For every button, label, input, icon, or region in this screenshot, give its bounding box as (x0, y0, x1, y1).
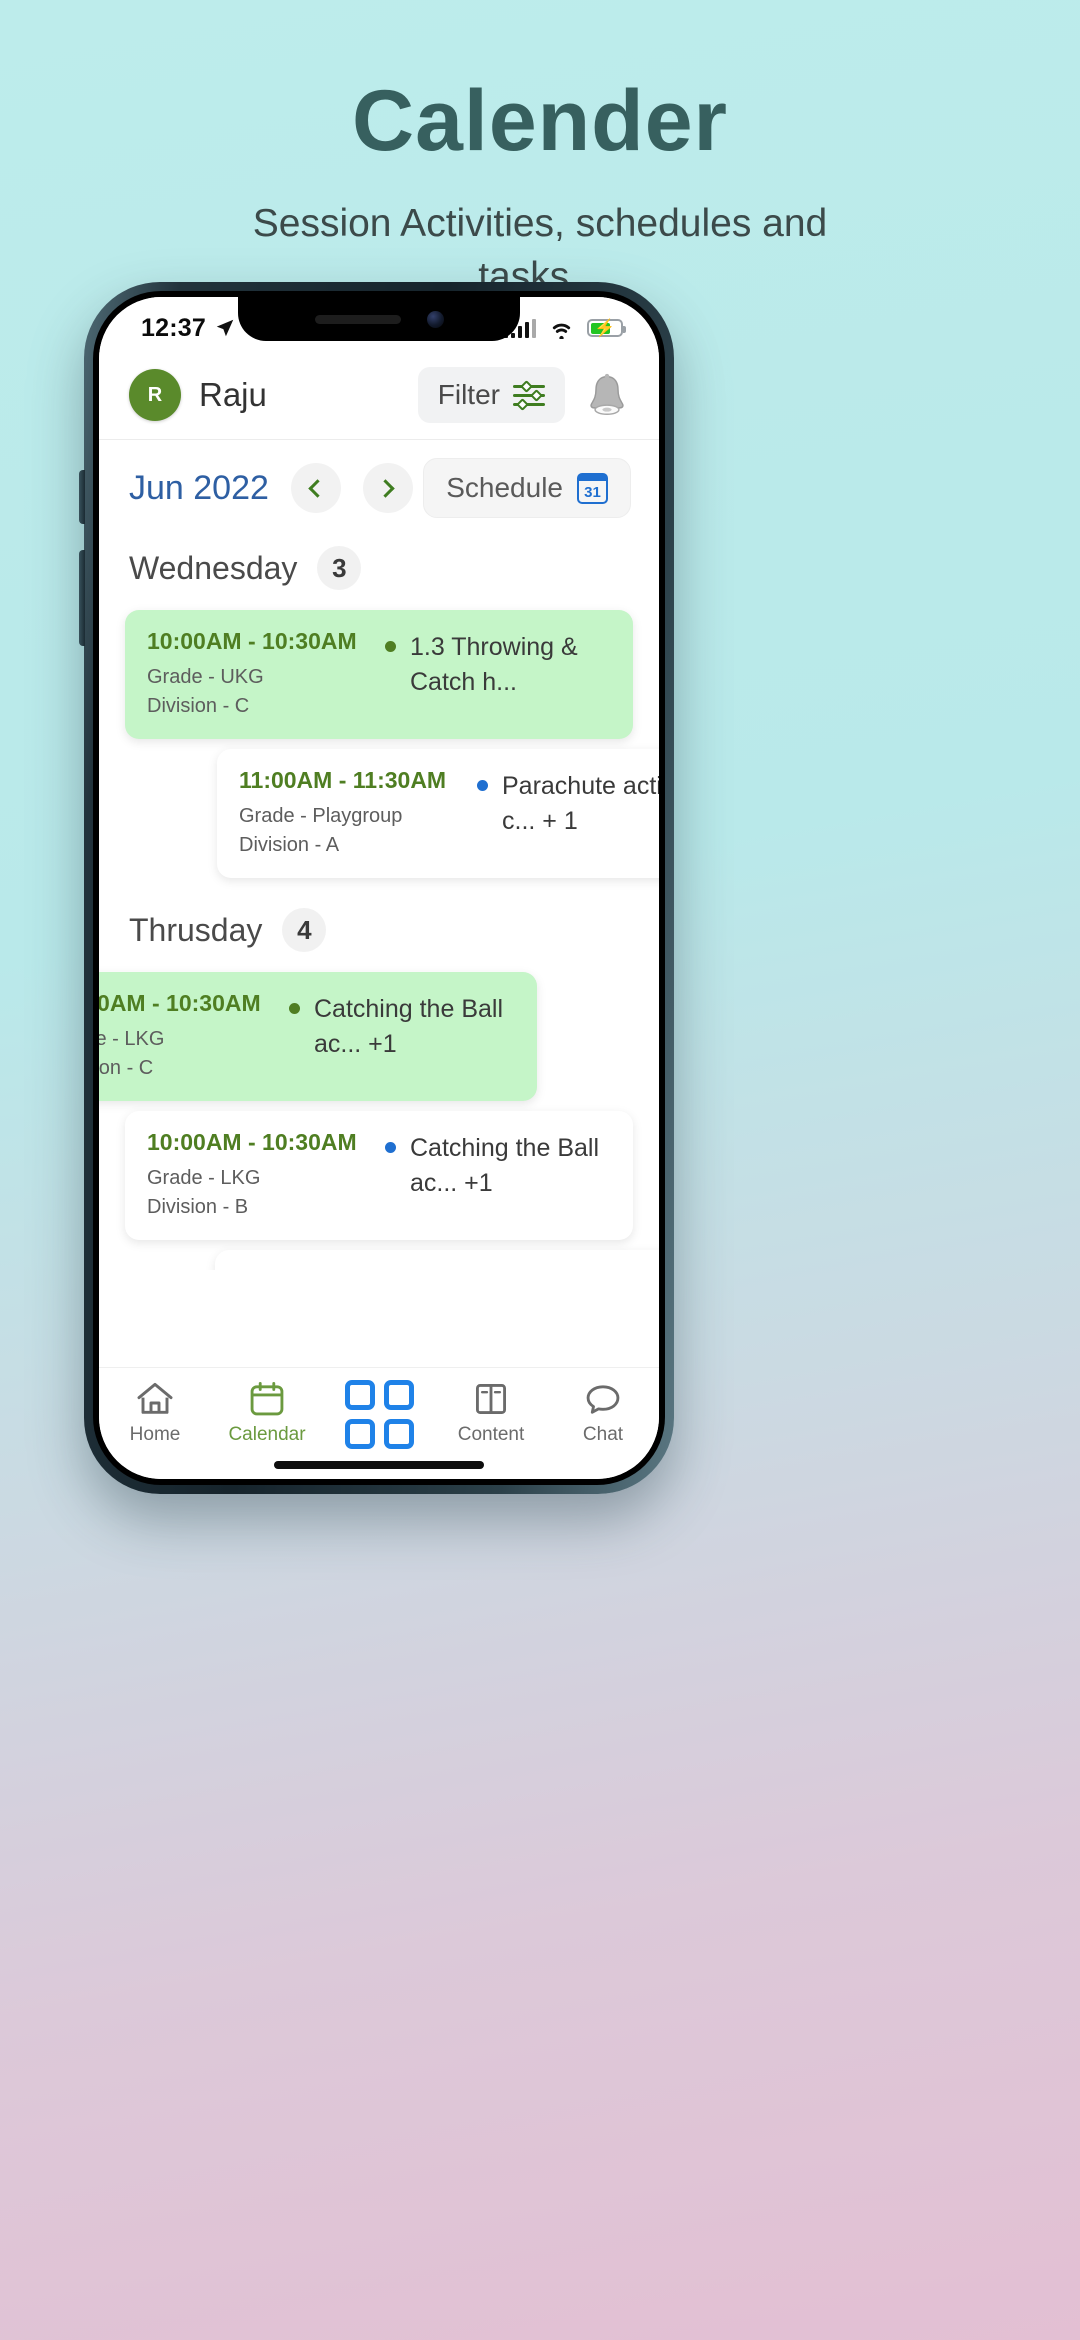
event-time: 10:00AM - 10:30AM (99, 990, 261, 1016)
event-grade: Grade - UKG (147, 666, 264, 688)
event-title: 1.3 Throwing & Catch h... (410, 633, 578, 696)
filter-label: Filter (437, 379, 500, 410)
page-title: Calender (351, 73, 729, 169)
events-group-wednesday: 10:00AM - 10:30AM Grade - UKG Division -… (99, 610, 659, 739)
tab-home[interactable]: Home (100, 1380, 210, 1446)
tab-label: Content (457, 1424, 525, 1445)
battery-charging-icon: ⚡ (587, 319, 626, 337)
status-bar-left: 12:37 (141, 314, 236, 343)
front-camera (426, 310, 444, 328)
event-card-left: 10:00AM - 10:30AM Grade - UKG Division -… (147, 628, 385, 721)
day-number-badge: 3 (317, 546, 362, 590)
schedule-label: Schedule (446, 472, 563, 503)
event-card-right: Parachute activity c... + 1 (477, 767, 659, 860)
tab-content[interactable]: Content (436, 1380, 546, 1446)
event-grade: Grade - LKG (99, 1028, 165, 1050)
calendar-icon (250, 1381, 284, 1416)
home-indicator (274, 1461, 484, 1469)
header-actions: Filter (417, 367, 629, 423)
event-time: 10:00AM - 10:30AM (147, 1129, 357, 1155)
event-division: Division - B (147, 1196, 249, 1218)
event-title: Catching the Ball ac... +1 (314, 995, 504, 1058)
events-group-thursday-1: 10:00AM - 10:30AM Grade - LKG Division -… (99, 972, 563, 1101)
chevron-right-icon (376, 478, 396, 498)
event-card-right: Catching the Ball ac... +1 (385, 1129, 611, 1222)
tab-label: Calendar (228, 1424, 306, 1445)
phone-bezel: 12:37 ⚡ R Raju Filter Jun 2022 Schedule … (93, 291, 665, 1485)
sliders-icon (513, 379, 545, 411)
wifi-icon (552, 323, 571, 339)
event-card[interactable]: 10:00AM - 10:30AM Grade - UKG Division -… (125, 610, 633, 739)
tab-apps[interactable] (324, 1380, 434, 1455)
event-card[interactable]: 11:00AM - 11:30AM Grade - Playgroup Divi… (217, 749, 659, 878)
status-time: 12:37 (141, 313, 206, 342)
calendar-31-icon: 31 (577, 472, 608, 504)
phone-frame: 12:37 ⚡ R Raju Filter Jun 2022 Schedule … (79, 282, 674, 1494)
day-name-label: Thrusday (129, 911, 263, 948)
event-bullet-dot (477, 780, 488, 791)
schedule-button[interactable]: Schedule 31 (423, 458, 631, 518)
username-label: Raju (199, 376, 267, 413)
notification-bell-icon[interactable] (585, 372, 629, 418)
event-card-right: Catching the Ball ac... +1 (289, 990, 515, 1083)
event-card-left: 10:00AM - 10:30AM Grade - LKG Division -… (147, 1129, 385, 1222)
event-card[interactable]: 10:00AM - 10:30AM Grade - LKG Division -… (125, 1111, 633, 1240)
tab-label: Home (129, 1424, 181, 1445)
tab-chat[interactable]: Chat (548, 1380, 658, 1446)
event-card[interactable]: 10:00AM - 10:30AM Grade - LKG Division -… (99, 972, 537, 1101)
event-bullet-dot (385, 641, 396, 652)
phone-notch (238, 297, 520, 341)
avatar[interactable]: R (129, 369, 181, 421)
event-card-left: 11:00AM - 11:30AM Grade - Playgroup Divi… (239, 767, 477, 860)
day-header: Thrusday 4 (99, 894, 659, 962)
tab-label: Chat (582, 1424, 624, 1445)
home-icon (137, 1382, 173, 1414)
location-arrow-icon (216, 319, 234, 337)
book-icon (476, 1384, 506, 1414)
events-scroll-list[interactable]: Wednesday 3 10:00AM - 10:30AM Grade - UK… (99, 532, 659, 1270)
event-division: Division - A (239, 834, 340, 856)
event-card-right: 1.3 Throwing & Catch h... (385, 628, 611, 721)
events-group-thursday-3: 10:00AM - 10:30AM Grade - LKG Division -… (189, 1250, 659, 1270)
event-division: Division - C (147, 695, 250, 717)
promo-header: Calender Session Activities, schedules a… (0, 0, 1080, 303)
grid-apps-icon (344, 1380, 414, 1449)
earpiece-speaker (314, 314, 401, 324)
event-time: 10:00AM - 10:30AM (147, 628, 357, 654)
month-nav-group: Jun 2022 (129, 463, 413, 513)
phone-mockup: 12:37 ⚡ R Raju Filter Jun 2022 Schedule … (79, 282, 674, 1494)
tab-calendar[interactable]: Calendar (212, 1380, 322, 1446)
status-bar-right: ⚡ (503, 318, 626, 339)
chat-bubble-icon (586, 1385, 620, 1414)
month-label: Jun 2022 (129, 468, 269, 507)
event-time: 10:00AM - 10:30AM (237, 1268, 475, 1270)
filter-button[interactable]: Filter (417, 367, 565, 423)
prev-month-button[interactable] (290, 463, 341, 513)
event-bullet-dot (385, 1142, 396, 1153)
app-header: R Raju Filter (99, 353, 659, 440)
event-grade: Grade - Playgroup (239, 805, 403, 827)
event-division: Division - C (99, 1057, 154, 1079)
event-card-right: Catching the Ball ac... +1 (475, 1268, 659, 1270)
event-title: Parachute activity c... + 1 (502, 772, 659, 835)
month-navigation-bar: Jun 2022 Schedule 31 (99, 440, 659, 532)
day-number-badge: 4 (282, 908, 327, 952)
events-group-wednesday-2: 11:00AM - 11:30AM Grade - Playgroup Divi… (191, 749, 659, 878)
event-bullet-dot (289, 1003, 300, 1014)
day-header: Wednesday 3 (99, 532, 659, 600)
chevron-left-icon (308, 478, 328, 498)
user-profile[interactable]: R Raju (129, 369, 267, 421)
phone-screen: 12:37 ⚡ R Raju Filter Jun 2022 Schedule … (99, 297, 659, 1479)
event-time: 11:00AM - 11:30AM (239, 767, 447, 793)
next-month-button[interactable] (362, 463, 413, 513)
event-card[interactable]: 10:00AM - 10:30AM Grade - LKG Division -… (215, 1250, 659, 1270)
event-card-left: 10:00AM - 10:30AM Grade - LKG Division -… (237, 1268, 475, 1270)
events-group-thursday-2: 10:00AM - 10:30AM Grade - LKG Division -… (99, 1111, 659, 1240)
event-title: Catching the Ball ac... +1 (410, 1134, 600, 1197)
event-grade: Grade - LKG (147, 1167, 261, 1189)
day-name-label: Wednesday (129, 549, 298, 586)
event-card-left: 10:00AM - 10:30AM Grade - LKG Division -… (99, 990, 289, 1083)
